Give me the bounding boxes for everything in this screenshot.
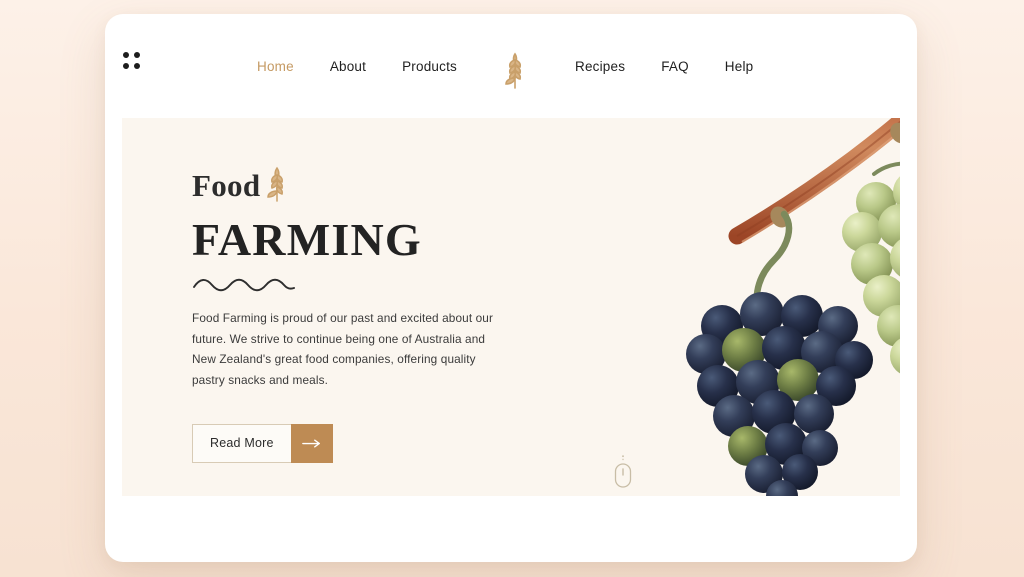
- hero-eyebrow-text: Food: [192, 168, 261, 203]
- nav-link-about[interactable]: About: [330, 59, 366, 74]
- hero-panel: Food FARMING Food Farming is proud of ou…: [122, 118, 900, 496]
- arrow-right-icon: [290, 423, 333, 463]
- nav-link-faq[interactable]: FAQ: [661, 59, 689, 74]
- wheat-icon: [262, 160, 292, 202]
- hero-description: Food Farming is proud of our past and ex…: [192, 311, 494, 387]
- top-navigation-bar: Home About Products Recipes FAQ Help: [105, 14, 917, 118]
- wavy-line-divider-icon: [192, 278, 296, 292]
- grid-dot: [134, 63, 140, 69]
- hero-eyebrow-row: Food: [192, 166, 522, 214]
- mouse-scroll-icon[interactable]: [610, 454, 636, 490]
- nav-link-recipes[interactable]: Recipes: [575, 59, 625, 74]
- nav-link-home[interactable]: Home: [257, 59, 294, 74]
- grape-bunches-illustration: [662, 118, 900, 496]
- hero-text-column: Food FARMING Food Farming is proud of ou…: [192, 166, 522, 463]
- grid-dot: [134, 52, 140, 58]
- wheat-icon[interactable]: [495, 42, 535, 90]
- page-title: FARMING: [192, 214, 422, 265]
- nav-links-left: Home About Products: [257, 59, 457, 74]
- read-more-button[interactable]: Read More: [192, 423, 333, 463]
- grid-dot: [123, 63, 129, 69]
- grid-dots-menu-icon[interactable]: [123, 52, 145, 74]
- nav-link-products[interactable]: Products: [402, 59, 457, 74]
- grid-dot: [123, 52, 129, 58]
- read-more-label: Read More: [192, 423, 291, 463]
- nav-link-help[interactable]: Help: [725, 59, 754, 74]
- nav-links-right: Recipes FAQ Help: [575, 59, 753, 74]
- browser-window-card: Home About Products Recipes FAQ Help Foo…: [105, 14, 917, 562]
